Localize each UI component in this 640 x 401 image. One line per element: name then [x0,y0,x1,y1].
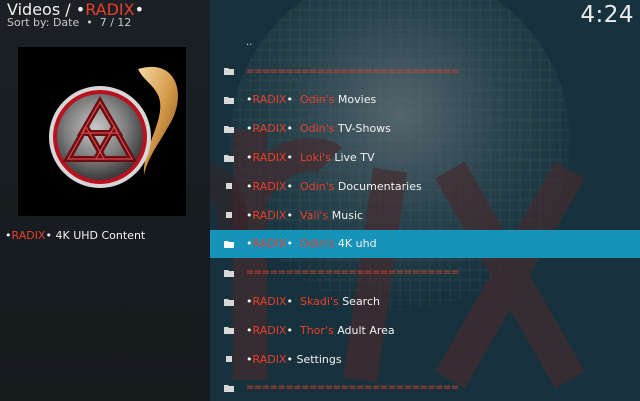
sort-label: Sort by: Date [7,16,80,29]
list-item-label: •RADIX• Skadi's Search [246,295,380,309]
folder-icon [224,66,234,76]
sort-info: Sort by: Date • 7 / 12 [7,17,131,29]
list-item-label: •RADIX• Loki's Live TV [246,151,375,165]
sort-dot: • [86,16,93,29]
folder-icon [224,297,234,307]
addon-thumbnail [18,47,186,216]
list-item-odins-4k-uhd[interactable]: •RADIX• Odin's 4K uhd [210,229,640,259]
file-icon [224,354,234,364]
list-item-label: •RADIX• Odin's 4K uhd [246,237,377,251]
info-panel: Videos / •RADIX• Sort by: Date • 7 / 12 [0,0,210,401]
selected-item-title: •RADIX• 4K UHD Content [5,229,145,243]
list-item-separator[interactable]: =========================== [210,374,640,401]
parent-folder-label: .. [246,36,253,48]
title-brand: RADIX [11,229,46,242]
radix-logo-icon [49,66,178,188]
item-position: 7 / 12 [99,16,132,29]
folder-icon [224,268,234,278]
file-icon [224,181,234,191]
clock: 4:24 [580,2,634,28]
list-item-valis-music[interactable]: •RADIX• Vali's Music [210,201,640,230]
list-item-odins-tv-shows[interactable]: •RADIX• Odin's TV-Shows [210,114,640,143]
separator-label: =========================== [246,382,459,394]
list-item-separator[interactable]: =========================== [210,57,640,86]
folder-icon [224,124,234,134]
file-icon [224,210,234,220]
list-item-label: •RADIX• Thor's Adult Area [246,323,395,337]
title-dot: • [45,229,52,242]
folder-icon [224,383,234,393]
list-item-label: •RADIX• Odin's Documentaries [246,179,422,193]
list-item-lokis-live-tv[interactable]: •RADIX• Loki's Live TV [210,143,640,172]
file-list: .. =========================== •RADIX• O… [210,28,640,401]
folder-icon [224,153,234,163]
separator-label: =========================== [246,267,459,279]
list-item-label: •RADIX• Vali's Music [246,208,364,222]
list-panel: 4:24 .. =========================== •RAD… [210,0,640,401]
list-item-label: •RADIX• Settings [246,352,342,366]
list-item-label: •RADIX• Odin's Movies [246,93,377,107]
list-item-thors-adult-area[interactable]: •RADIX• Thor's Adult Area [210,316,640,345]
list-item-odins-movies[interactable]: •RADIX• Odin's Movies [210,86,640,115]
folder-icon [224,325,234,335]
folder-icon [224,95,234,105]
list-item-skadis-search[interactable]: •RADIX• Skadi's Search [210,287,640,316]
separator-label: =========================== [246,65,459,77]
title-text: 4K UHD Content [55,229,146,242]
list-item-odins-documentaries[interactable]: •RADIX• Odin's Documentaries [210,172,640,201]
list-item-settings[interactable]: •RADIX• Settings [210,345,640,374]
list-item-parent[interactable]: .. [210,28,640,57]
breadcrumb-dot: • [134,0,145,19]
folder-icon [224,239,234,249]
list-item-label: •RADIX• Odin's TV-Shows [246,122,391,136]
list-item-separator[interactable]: =========================== [210,258,640,287]
